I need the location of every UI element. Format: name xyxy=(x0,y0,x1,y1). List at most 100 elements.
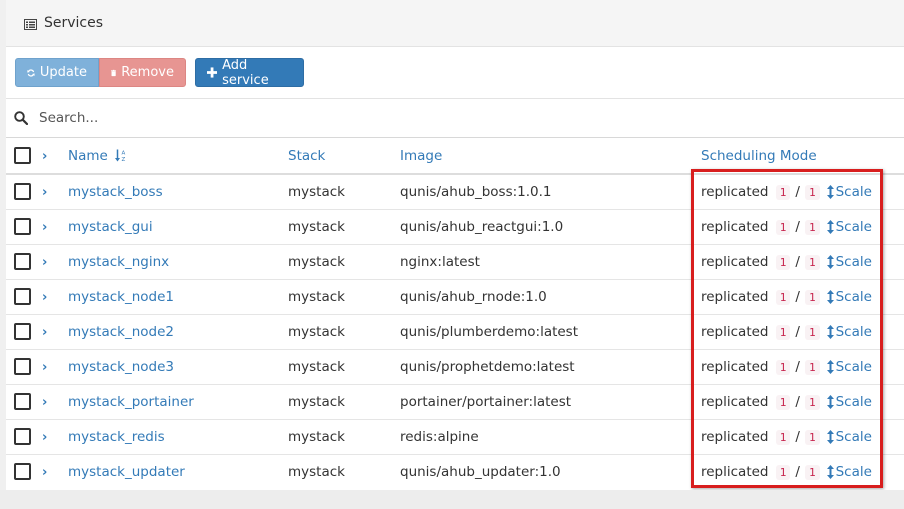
scale-link[interactable]: Scale xyxy=(823,289,872,305)
service-name-link[interactable]: mystack_portainer xyxy=(68,394,194,410)
search-input[interactable] xyxy=(37,109,641,127)
mode-text: replicated xyxy=(701,218,769,235)
scale-link[interactable]: Scale xyxy=(823,254,872,270)
row-checkbox[interactable] xyxy=(14,218,31,235)
services-table: › Name A Z Stack Image Scheduling Mode ›… xyxy=(6,138,904,489)
services-panel: Services Update Remove Add service Searc… xyxy=(6,0,904,490)
row-checkbox[interactable] xyxy=(14,428,31,445)
expand-row-chevron-icon[interactable]: › xyxy=(42,290,47,305)
scale-link[interactable]: Scale xyxy=(823,184,872,200)
stack-cell: mystack xyxy=(288,428,345,445)
add-service-button[interactable]: Add service xyxy=(195,57,304,88)
expand-row-chevron-icon[interactable]: › xyxy=(42,360,47,375)
scale-label: Scale xyxy=(835,393,872,410)
expand-row-chevron-icon[interactable]: › xyxy=(42,185,47,200)
select-all-checkbox[interactable] xyxy=(14,147,31,164)
mode-text: replicated xyxy=(701,463,769,480)
service-name-link[interactable]: mystack_redis xyxy=(68,429,165,445)
column-header-image[interactable]: Image xyxy=(400,138,701,174)
row-checkbox[interactable] xyxy=(14,323,31,340)
arrows-vertical-icon xyxy=(826,394,834,409)
desired-replicas-badge: 1 xyxy=(804,184,820,200)
service-name-link[interactable]: mystack_node3 xyxy=(68,359,174,375)
table-row[interactable]: › mystack_node1 mystack qunis/ahub_rnode:1.… xyxy=(6,279,904,314)
row-checkbox[interactable] xyxy=(14,358,31,375)
table-row[interactable]: › mystack_updater mystack qunis/ahub_update… xyxy=(6,454,904,489)
arrows-vertical-icon xyxy=(826,289,834,304)
table-row[interactable]: › mystack_node3 mystack qunis/prophetdemo:l… xyxy=(6,349,904,384)
table-row[interactable]: › mystack_redis mystack redis:alpine replica… xyxy=(6,419,904,454)
scheduling-mode-cell: replicated 1/1 Scale xyxy=(701,349,904,384)
row-checkbox[interactable] xyxy=(14,253,31,270)
desired-replicas-badge: 1 xyxy=(804,394,820,410)
add-service-button-label: Add service xyxy=(222,57,269,88)
list-icon xyxy=(24,18,37,30)
row-checkbox[interactable] xyxy=(14,463,31,481)
service-name-link[interactable]: mystack_updater xyxy=(68,464,185,480)
image-cell: qunis/ahub_rnode:1.0 xyxy=(400,288,547,305)
image-cell: qunis/plumberdemo:latest xyxy=(400,323,579,340)
service-name-link[interactable]: mystack_nginx xyxy=(68,254,169,270)
expand-all-chevron-icon[interactable]: › xyxy=(42,149,47,164)
service-name-link[interactable]: mystack_node1 xyxy=(68,289,174,305)
scale-link[interactable]: Scale xyxy=(823,464,872,480)
arrows-vertical-icon xyxy=(826,359,834,374)
table-row[interactable]: › mystack_node2 mystack qunis/plumberdemo:l… xyxy=(6,314,904,349)
arrows-vertical-icon xyxy=(826,464,834,479)
expand-row-chevron-icon[interactable]: › xyxy=(42,430,47,445)
column-header-name[interactable]: Name A Z xyxy=(68,138,288,174)
refresh-icon xyxy=(27,68,35,77)
update-button[interactable]: Update xyxy=(15,58,99,87)
row-checkbox[interactable] xyxy=(14,288,31,305)
image-cell: portainer/portainer:latest xyxy=(400,393,572,410)
table-header-row: › Name A Z Stack Image Scheduling Mode xyxy=(6,138,904,174)
desired-replicas-badge: 1 xyxy=(804,254,820,270)
image-cell: qunis/ahub_reactgui:1.0 xyxy=(400,218,564,235)
scale-link[interactable]: Scale xyxy=(823,324,872,340)
expand-row-chevron-icon[interactable]: › xyxy=(42,465,47,480)
image-cell: nginx:latest xyxy=(400,253,480,270)
panel-title: Services xyxy=(44,15,104,31)
image-cell: qunis/ahub_updater:1.0 xyxy=(400,463,561,480)
scale-link[interactable]: Scale xyxy=(823,359,872,375)
running-replicas-badge: 1 xyxy=(775,184,791,200)
expand-row-chevron-icon[interactable]: › xyxy=(42,395,47,410)
scale-link[interactable]: Scale xyxy=(823,429,872,445)
stack-cell: mystack xyxy=(288,253,345,270)
running-replicas-badge: 1 xyxy=(775,464,791,480)
expand-row-chevron-icon[interactable]: › xyxy=(42,220,47,235)
stack-cell: mystack xyxy=(288,323,345,340)
desired-replicas-badge: 1 xyxy=(804,324,820,340)
table-row[interactable]: › mystack_boss mystack qunis/ahub_boss:1.0.… xyxy=(6,174,904,209)
panel-header: Services xyxy=(6,0,904,47)
table-row[interactable]: › mystack_portainer mystack portainer/porta… xyxy=(6,384,904,419)
service-name-link[interactable]: mystack_node2 xyxy=(68,324,174,340)
replica-separator: / xyxy=(795,183,800,200)
remove-button[interactable]: Remove xyxy=(99,58,186,87)
scheduling-mode-cell: replicated 1/1 Scale xyxy=(701,279,904,314)
replica-separator: / xyxy=(795,218,800,235)
page-bottom-background xyxy=(0,490,904,509)
running-replicas-badge: 1 xyxy=(775,394,791,410)
scale-link[interactable]: Scale xyxy=(823,219,872,235)
search-icon xyxy=(14,111,28,125)
remove-button-label: Remove xyxy=(121,65,174,80)
row-checkbox[interactable] xyxy=(14,393,31,410)
replica-separator: / xyxy=(795,288,800,305)
service-name-link[interactable]: mystack_boss xyxy=(68,184,163,200)
scale-link[interactable]: Scale xyxy=(823,394,872,410)
expand-row-chevron-icon[interactable]: › xyxy=(42,325,47,340)
column-header-stack[interactable]: Stack xyxy=(288,138,400,174)
column-header-scheduling-mode[interactable]: Scheduling Mode xyxy=(701,138,904,174)
scale-label: Scale xyxy=(835,183,872,200)
scheduling-mode-cell: replicated 1/1 Scale xyxy=(701,454,904,489)
desired-replicas-badge: 1 xyxy=(804,219,820,235)
service-name-link[interactable]: mystack_gui xyxy=(68,219,153,235)
expand-row-chevron-icon[interactable]: › xyxy=(42,255,47,270)
scale-label: Scale xyxy=(835,358,872,375)
table-row[interactable]: › mystack_gui mystack qunis/ahub_reactgui:1… xyxy=(6,209,904,244)
table-row[interactable]: › mystack_nginx mystack nginx:latest replica… xyxy=(6,244,904,279)
running-replicas-badge: 1 xyxy=(775,254,791,270)
row-checkbox[interactable] xyxy=(14,183,31,201)
running-replicas-badge: 1 xyxy=(775,289,791,305)
